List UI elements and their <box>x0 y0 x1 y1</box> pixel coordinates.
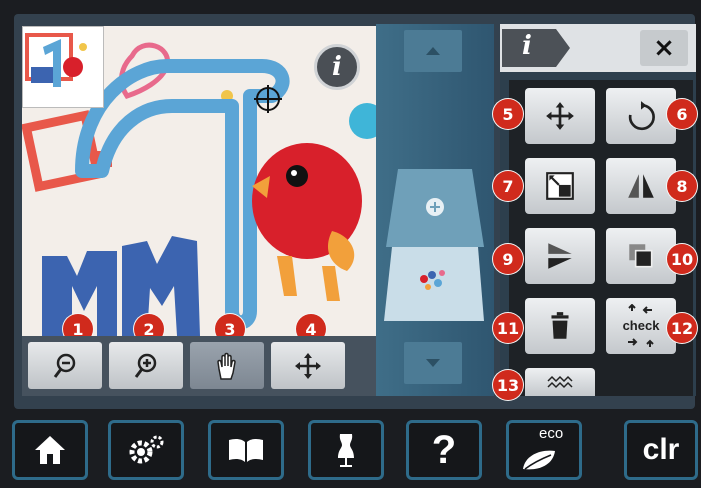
mirror-up-down-badge: 9 <box>493 244 523 274</box>
leaf-icon <box>523 450 555 470</box>
home-icon <box>35 436 65 464</box>
hoop-stack <box>384 169 484 321</box>
settings-gears-icon <box>129 435 164 464</box>
duplicate-design-badge: 10 <box>667 244 697 274</box>
zoom-toolbar <box>22 336 376 396</box>
move-design-button[interactable] <box>525 88 595 144</box>
arrow-up-icon <box>426 47 440 55</box>
trash-icon <box>551 312 569 339</box>
mirror-left-right-icon <box>628 174 654 198</box>
help-icon: ? <box>431 427 457 472</box>
rotate-design-badge: 6 <box>667 99 697 129</box>
duplicate-design-button[interactable] <box>606 228 676 284</box>
delete-design-button[interactable] <box>525 298 595 354</box>
hoop-navigator <box>376 24 494 396</box>
clear-button[interactable]: clr <box>624 420 698 480</box>
zoom-out-badge: 1 <box>63 314 93 336</box>
close-icon: × <box>653 33 675 63</box>
dress-form-icon <box>338 434 354 467</box>
tutorial-button[interactable] <box>208 420 284 480</box>
mirror-up-down-button[interactable] <box>525 228 595 284</box>
check-size-badge: 12 <box>667 313 697 343</box>
rotate-design-button[interactable] <box>606 88 676 144</box>
settings-button[interactable] <box>108 420 184 480</box>
embroidery-canvas[interactable]: i 1 2 3 4 <box>22 26 376 336</box>
stitch-density-badge: 13 <box>493 370 523 400</box>
check-label: check <box>622 318 660 333</box>
current-hoop-layer[interactable] <box>384 247 484 321</box>
pan-hand-button[interactable] <box>190 342 264 389</box>
check-size-button[interactable]: check <box>606 298 676 354</box>
clear-label: clr <box>642 433 680 466</box>
scroll-down-button[interactable] <box>404 342 462 384</box>
rotate-icon <box>628 101 655 131</box>
open-book-icon <box>229 438 263 462</box>
help-button[interactable]: ? <box>406 420 482 480</box>
bird-eye <box>286 165 308 187</box>
info-tab-shape <box>502 29 570 67</box>
info-header: i × <box>500 24 696 72</box>
creative-consultant-button[interactable] <box>308 420 384 480</box>
zoom-in-icon <box>134 353 157 378</box>
canvas-info-button[interactable]: i <box>314 44 360 90</box>
stitch-density-button[interactable] <box>525 368 595 396</box>
resize-icon <box>546 172 574 200</box>
move-view-badge: 4 <box>296 314 326 336</box>
eco-button[interactable]: eco <box>506 420 582 480</box>
canvas-info-label: i <box>332 52 342 82</box>
embroidery-screen: i 1 2 3 4 i × check 5 6 7 8 9 10 11 12 1… <box>0 0 701 488</box>
bird-eye-highlight <box>291 170 297 176</box>
design-preview-image <box>25 33 87 87</box>
move-design-badge: 5 <box>493 99 523 129</box>
check-arrows-bottom-icon <box>628 338 654 347</box>
eco-label: eco <box>539 425 564 442</box>
hand-badge: 3 <box>215 314 245 336</box>
zoom-out-button[interactable] <box>28 342 102 389</box>
check-arrows-top-icon <box>628 304 652 314</box>
resize-design-badge: 7 <box>493 171 523 201</box>
zoom-in-badge: 2 <box>134 314 164 336</box>
move-view-button[interactable] <box>271 342 345 389</box>
delete-design-badge: 11 <box>493 313 523 343</box>
scroll-up-button[interactable] <box>404 30 462 72</box>
design-preview-thumbnail[interactable] <box>22 26 104 108</box>
resize-design-button[interactable] <box>525 158 595 214</box>
info-tab-label: i <box>522 31 532 61</box>
home-button[interactable] <box>12 420 88 480</box>
info-tab[interactable]: i <box>502 29 570 67</box>
zoom-in-button[interactable] <box>109 342 183 389</box>
duplicate-icon <box>629 244 653 268</box>
move-arrows-icon <box>546 102 574 130</box>
mirror-left-right-button[interactable] <box>606 158 676 214</box>
mirror-left-right-badge: 8 <box>667 171 697 201</box>
move-arrows-icon <box>295 352 321 379</box>
close-button[interactable]: × <box>640 30 688 66</box>
zigzag-stitch-icon <box>547 375 573 389</box>
hand-icon <box>217 352 236 380</box>
mirror-up-down-icon <box>548 243 572 269</box>
arrow-down-icon <box>426 359 440 367</box>
zoom-out-icon <box>53 353 76 378</box>
